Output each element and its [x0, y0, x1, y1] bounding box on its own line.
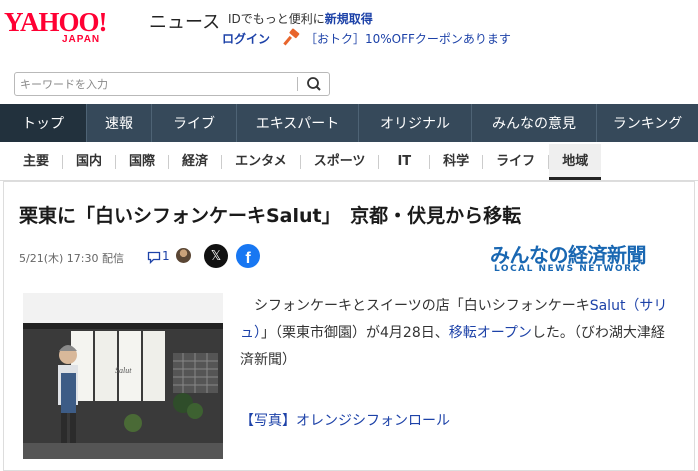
news-section-title[interactable]: ニュース — [149, 10, 220, 36]
relocation-link[interactable]: 移転オープン — [449, 325, 532, 341]
category-world[interactable]: 国際 — [116, 144, 168, 180]
article-date: 5/21(木) 17:30 配信 — [19, 252, 124, 265]
coupon-link[interactable]: ［おトク］10%OFFクーポンあります — [305, 30, 511, 47]
category-economy[interactable]: 経済 — [169, 144, 221, 180]
article-photo[interactable]: Salut — [23, 293, 223, 459]
x-share-button[interactable]: 𝕏 — [204, 244, 228, 268]
shop-sign: Salut — [115, 366, 132, 375]
comment-icon[interactable] — [147, 250, 161, 264]
search-input[interactable] — [20, 75, 290, 93]
promo-text: IDでもっと便利に — [228, 12, 325, 26]
register-link[interactable]: 新規取得 — [325, 12, 373, 26]
yahoo-logo[interactable]: YAHOO! — [4, 8, 108, 36]
category-main[interactable]: 主要 — [0, 144, 62, 180]
category-domestic[interactable]: 国内 — [63, 144, 115, 180]
category-nav: 主要 国内 国際 経済 エンタメ スポーツ IT 科学 ライフ 地域 — [0, 144, 698, 181]
comment-count[interactable]: 1 — [162, 249, 170, 263]
category-science[interactable]: 科学 — [430, 144, 482, 180]
search-icon[interactable] — [303, 75, 325, 93]
nav-expert[interactable]: エキスパート — [237, 104, 359, 142]
category-life[interactable]: ライフ — [483, 144, 548, 180]
article-body: シフォンケーキとスイーツの店「白いシフォンケーキSalut（サリュ）」（栗東市御… — [240, 293, 678, 374]
nav-live[interactable]: ライブ — [152, 104, 237, 142]
nav-ranking[interactable]: ランキング — [597, 104, 698, 142]
search-divider — [297, 77, 298, 91]
category-sports[interactable]: スポーツ — [301, 144, 379, 180]
search-bar — [14, 72, 330, 96]
article-body-text: シフォンケーキとスイーツの店「白いシフォンケーキ — [254, 298, 590, 314]
login-link[interactable]: ログイン — [222, 30, 270, 47]
nav-top[interactable]: トップ — [0, 104, 87, 142]
article-headline: 栗東に「白いシフォンケーキSalut」 京都・伏見から移転 — [19, 205, 522, 227]
article-body-text: 」（栗東市御園）が4月28日、 — [261, 325, 449, 341]
nav-opinion[interactable]: みんなの意見 — [472, 104, 597, 142]
category-it[interactable]: IT — [379, 144, 429, 180]
id-promo: IDでもっと便利に新規取得 — [228, 10, 373, 27]
category-entertainment[interactable]: エンタメ — [222, 144, 300, 180]
global-nav: トップ 速報 ライブ エキスパート オリジナル みんなの意見 ランキング — [0, 104, 698, 142]
facebook-share-button[interactable]: f — [236, 244, 260, 268]
category-local[interactable]: 地域 — [549, 144, 602, 180]
nav-original[interactable]: オリジナル — [359, 104, 472, 142]
hammer-icon — [283, 28, 300, 46]
japan-logo-text: JAPAN — [62, 34, 101, 45]
nav-breaking[interactable]: 速報 — [87, 104, 152, 142]
avatar — [176, 248, 191, 263]
source-logo-subtitle: LOCAL NEWS NETWORK — [494, 264, 642, 274]
photo-link[interactable]: 【写真】オレンジシフォンロール — [240, 410, 450, 430]
